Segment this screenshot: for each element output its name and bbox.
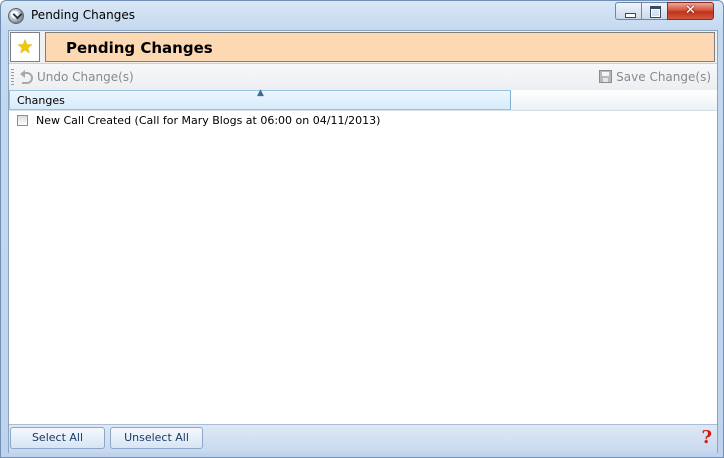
changes-grid: Changes ▲ New Call Created (Call for Mar…: [9, 88, 717, 424]
column-header-label: Changes: [17, 94, 65, 107]
toolbar: Undo Change(s) Save Change(s): [9, 63, 717, 90]
toolbar-grip[interactable]: [11, 69, 14, 85]
undo-changes-button[interactable]: Undo Change(s): [20, 68, 134, 86]
undo-icon: [20, 70, 33, 84]
table-row[interactable]: New Call Created (Call for Mary Blogs at…: [9, 112, 717, 130]
window-title: Pending Changes: [31, 8, 135, 22]
page-title: Pending Changes: [66, 39, 213, 57]
maximize-button[interactable]: [641, 2, 668, 20]
column-header-changes[interactable]: Changes ▲: [9, 88, 511, 110]
save-changes-button[interactable]: Save Change(s): [599, 68, 711, 86]
row-checkbox[interactable]: [17, 115, 28, 126]
maximize-icon: [650, 6, 661, 18]
unselect-all-button[interactable]: Unselect All: [110, 427, 203, 449]
select-all-button[interactable]: Select All: [10, 427, 105, 449]
minimize-button[interactable]: [615, 2, 642, 20]
row-change-text: New Call Created (Call for Mary Blogs at…: [36, 114, 381, 127]
header-title-panel: Pending Changes: [45, 32, 715, 62]
help-icon[interactable]: ?: [701, 427, 712, 448]
client-area: ★ Pending Changes Undo Change(s) Save Ch…: [8, 30, 718, 453]
close-icon: ✕: [685, 3, 696, 18]
favorite-star-icon[interactable]: ★: [10, 32, 40, 62]
grid-header: Changes ▲: [9, 88, 717, 111]
title-bar[interactable]: Pending Changes ✕: [1, 1, 723, 31]
close-button[interactable]: ✕: [667, 2, 714, 20]
app-icon: [8, 8, 24, 24]
sort-ascending-icon: ▲: [257, 88, 264, 98]
save-icon: [599, 70, 613, 83]
header-band: ★ Pending Changes: [9, 31, 717, 63]
minimize-icon: [625, 13, 636, 18]
save-changes-label: Save Change(s): [616, 70, 711, 84]
pending-changes-window: Pending Changes ✕ ★ Pending Changes Undo…: [0, 0, 724, 458]
footer-bar: Select All Unselect All ?: [9, 424, 717, 453]
undo-changes-label: Undo Change(s): [37, 70, 134, 84]
